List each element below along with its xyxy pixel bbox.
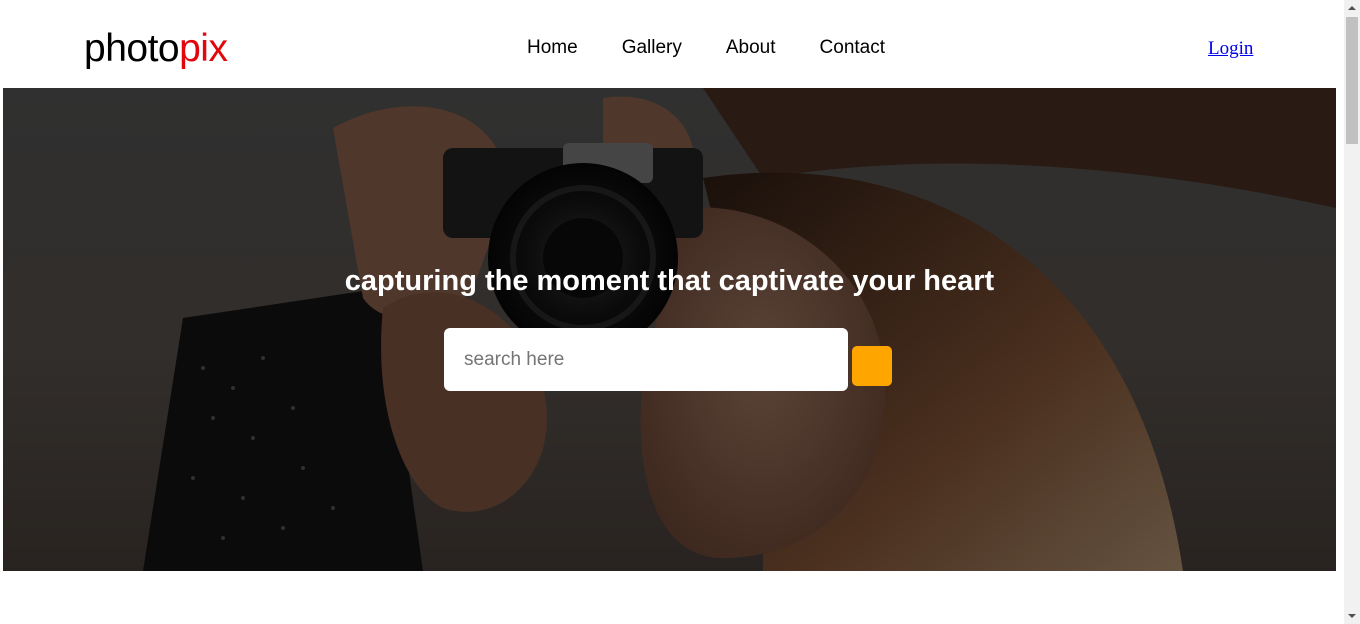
logo-text-pix: pix [179,27,228,70]
nav-about[interactable]: About [726,36,776,60]
login-link[interactable]: Login [1208,37,1253,61]
nav-contact[interactable]: Contact [820,36,885,60]
search-input[interactable] [444,328,848,391]
page: photopix Home Gallery About Contact Logi… [0,0,1360,624]
main-nav: Home Gallery About Contact [527,36,885,60]
search-button[interactable] [852,346,892,386]
arrow-up-icon[interactable] [1344,0,1360,16]
nav-gallery[interactable]: Gallery [622,36,682,60]
arrow-down-icon[interactable] [1344,608,1360,624]
hero-title-text: capturing the moment that captivate your… [344,265,995,297]
hero-section: capturing the moment that captivate your… [3,88,1336,571]
nav-home[interactable]: Home [527,36,578,60]
vertical-scrollbar[interactable] [1344,0,1360,624]
hero-title: capturing the moment that captivate your… [3,264,1336,298]
site-logo[interactable]: photopix [84,27,228,71]
scroll-thumb[interactable] [1346,17,1358,144]
logo-text-photo: photo [84,27,180,70]
site-header: photopix Home Gallery About Contact Logi… [0,0,1344,88]
